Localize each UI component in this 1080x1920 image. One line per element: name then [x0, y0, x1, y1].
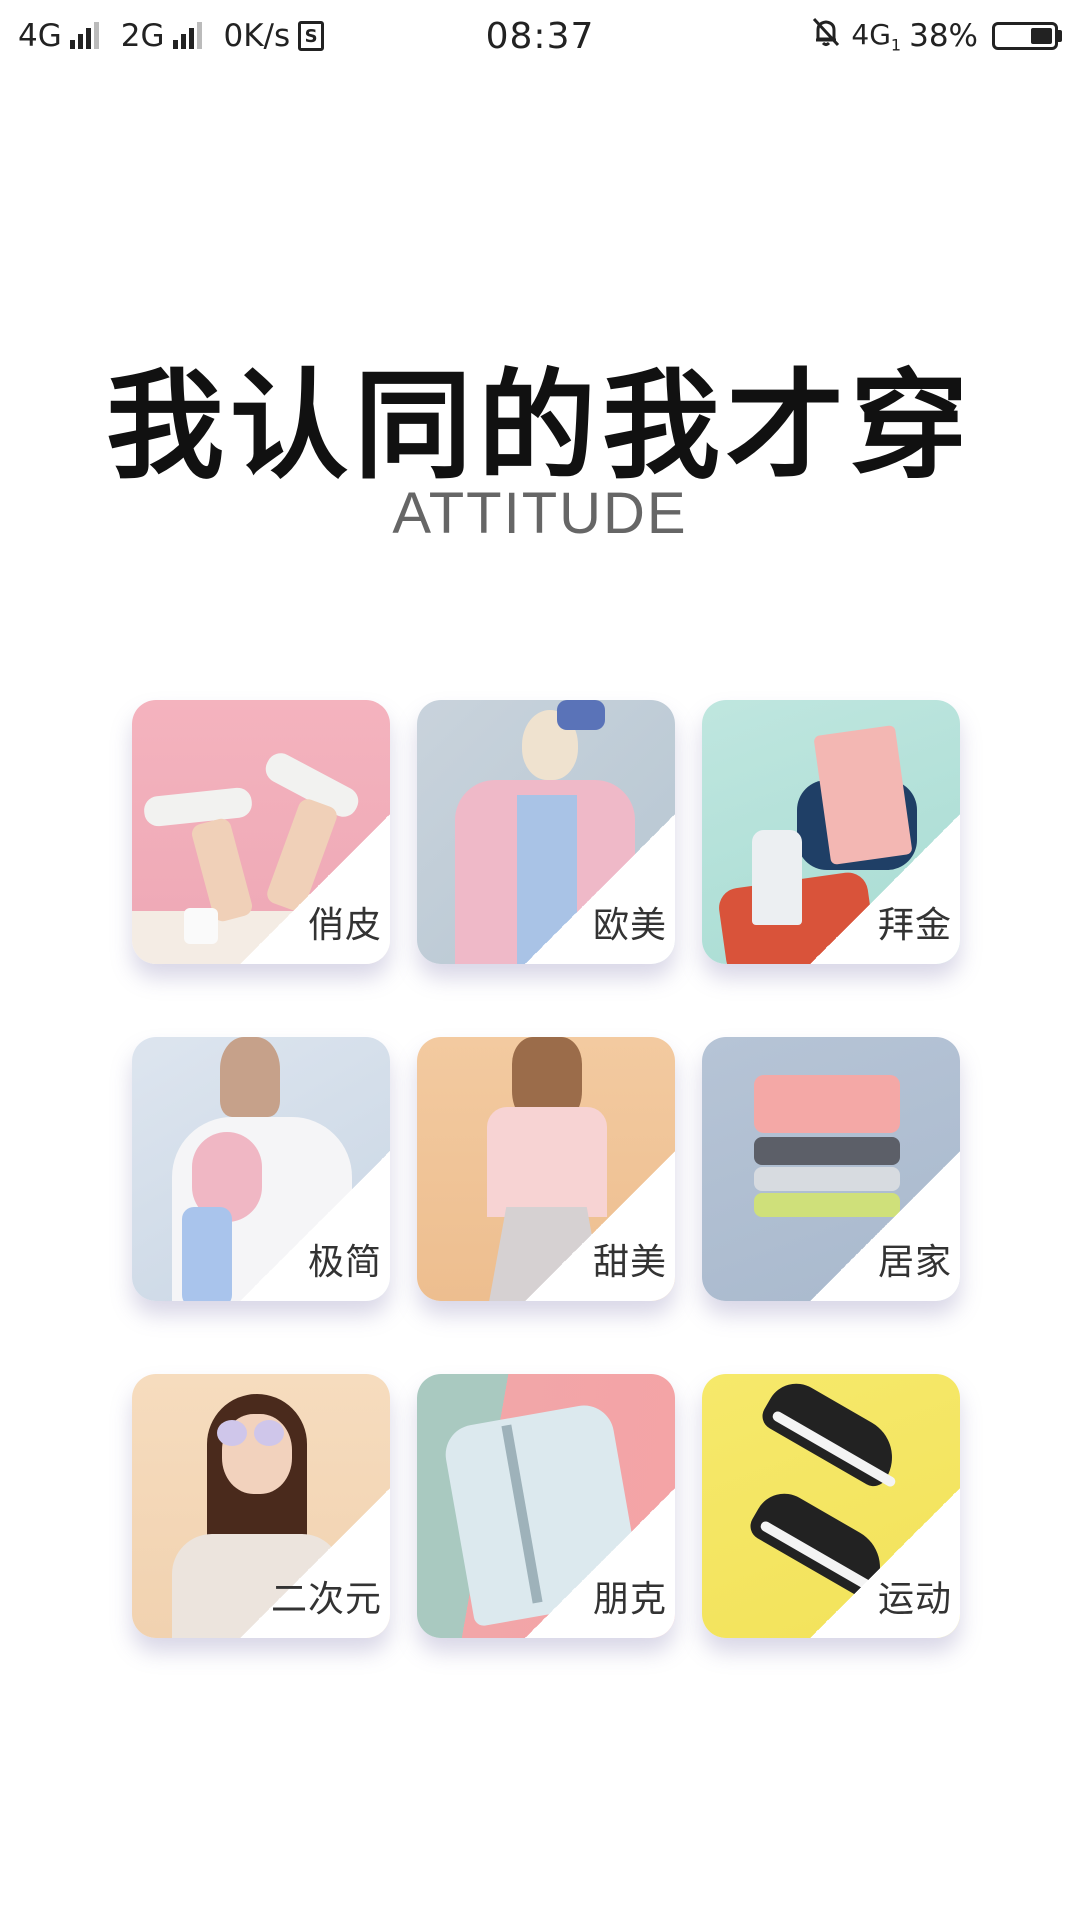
- network-type-1: 4G: [18, 18, 62, 54]
- style-card-jijian[interactable]: 极简: [132, 1037, 390, 1301]
- style-card-pengke[interactable]: 朋克: [417, 1374, 675, 1638]
- page-subheadline: ATTITUDE: [392, 481, 688, 546]
- style-label: 甜美: [592, 1242, 667, 1283]
- style-card-jujia[interactable]: 居家: [702, 1037, 960, 1301]
- style-label: 极简: [307, 1242, 382, 1283]
- style-label: 欧美: [592, 905, 667, 946]
- style-label: 俏皮: [307, 905, 382, 946]
- signal-strength-icon: [69, 22, 99, 49]
- style-label: 拜金: [877, 905, 952, 946]
- style-card-baijin[interactable]: 拜金: [702, 700, 960, 964]
- network-type-2: 2G: [120, 18, 165, 54]
- style-card-oumei[interactable]: 欧美: [417, 700, 675, 964]
- battery-icon: [992, 22, 1062, 50]
- page-headline: 我认同的我才穿: [105, 357, 974, 495]
- style-card-tianmei[interactable]: 甜美: [417, 1037, 675, 1301]
- mute-bell-icon: [809, 15, 843, 57]
- style-grid: 俏皮 欧美 拜金 极简 甜美 居家 二次元 朋克 运动: [132, 700, 960, 1638]
- status-bar-right: 4G1 38%: [809, 15, 1062, 57]
- battery-percent: 38%: [909, 18, 978, 54]
- style-label: 运动: [877, 1579, 952, 1620]
- style-label: 居家: [877, 1242, 952, 1283]
- sim-icon: S: [298, 21, 325, 51]
- status-bar: 4G 2G 0K/s S 08:37 4G1 38%: [0, 0, 1080, 72]
- style-card-qiaopi[interactable]: 俏皮: [132, 700, 390, 964]
- network-speed: 0K/s: [223, 18, 291, 54]
- style-card-yundong[interactable]: 运动: [702, 1374, 960, 1638]
- network-type-3: 4G1: [851, 17, 902, 55]
- signal-strength-icon-2: [172, 22, 202, 49]
- style-label: 朋克: [592, 1579, 667, 1620]
- status-bar-left: 4G 2G 0K/s S: [18, 18, 325, 54]
- style-label: 二次元: [270, 1579, 382, 1620]
- style-card-erciyuan[interactable]: 二次元: [132, 1374, 390, 1638]
